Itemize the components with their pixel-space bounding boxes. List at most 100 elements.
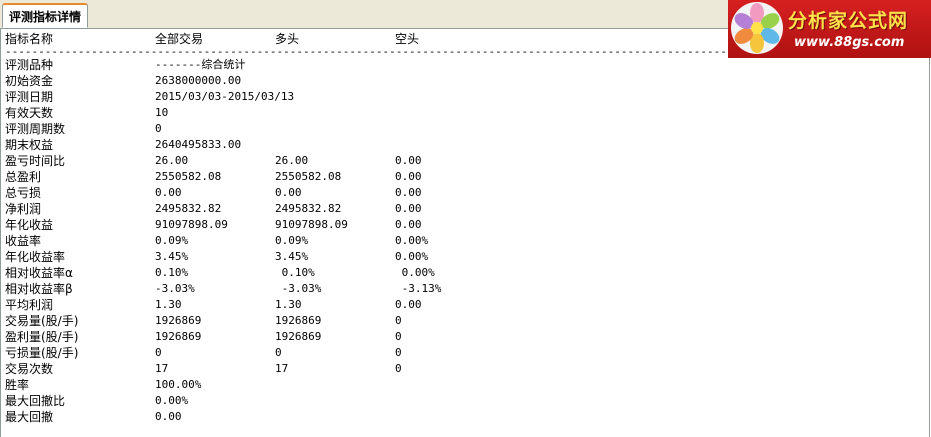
long-cell: 0.09% — [275, 234, 309, 247]
long-cell: 0 — [275, 346, 282, 359]
short-cell: 0 — [395, 314, 402, 327]
short-cell: 0.00 — [395, 154, 422, 167]
table-row: 年化收益率 3.45% 3.45% 0.00% — [5, 249, 931, 265]
long-cell: 1.30 — [275, 298, 302, 311]
all-trades-cell: 3.45% — [155, 250, 189, 263]
table-row: 亏损量(股/手) 0 0 0 — [5, 345, 931, 361]
table-row: 收益率 0.09% 0.09% 0.00% — [5, 233, 931, 249]
table-row: 年化收益 91097898.09 91097898.09 0.00 — [5, 217, 931, 233]
long-cell: -3.03% — [275, 282, 322, 295]
metric-name-cell: 评测周期数 — [5, 122, 66, 136]
brand-logo[interactable]: 分析家公式网 www.88gs.com — [728, 0, 931, 58]
all-trades-cell: 91097898.09 — [155, 218, 228, 231]
metric-name-cell: 最大回撤 — [5, 410, 54, 424]
column-header-long: 多头 — [275, 32, 300, 46]
metric-name-cell: 总盈利 — [5, 170, 42, 184]
all-trades-cell: 0 — [155, 346, 162, 359]
all-trades-cell: 1.30 — [155, 298, 182, 311]
all-trades-cell: 0.00 — [155, 410, 182, 423]
short-cell: 0.00% — [395, 250, 429, 263]
metric-name-cell: 平均利润 — [5, 298, 54, 312]
all-trades-cell: 2638000000.00 — [155, 74, 242, 87]
table-row: 相对收益率α 0.10% 0.10% 0.00% — [5, 265, 931, 281]
report-table: 指标名称 全部交易 多头 空头 ------------------------… — [5, 31, 931, 425]
all-trades-cell: 0.00 — [155, 186, 182, 199]
all-trades-cell: 10 — [155, 106, 169, 119]
metric-name-cell: 总亏损 — [5, 186, 42, 200]
short-cell: -3.13% — [395, 282, 442, 295]
metric-name-cell: 年化收益 — [5, 218, 54, 232]
long-cell: 0.00 — [275, 186, 302, 199]
metric-name-cell: 净利润 — [5, 202, 42, 216]
metric-name-cell: 最大回撤比 — [5, 394, 66, 408]
long-cell: 3.45% — [275, 250, 309, 263]
metric-name-cell: 年化收益率 — [5, 250, 66, 264]
logo-url: www.88gs.com — [794, 35, 905, 50]
table-row: 期末权益 2640495833.00 — [5, 137, 931, 153]
all-trades-cell: 100.00% — [155, 378, 202, 391]
short-cell: 0.00 — [395, 218, 422, 231]
all-trades-cell: 1926869 — [155, 314, 202, 327]
metric-name-cell: 胜率 — [5, 378, 30, 392]
table-row: 有效天数 10 — [5, 105, 931, 121]
all-trades-cell: 0.09% — [155, 234, 189, 247]
table-row: 评测日期 2015/03/03-2015/03/13 — [5, 89, 931, 105]
short-cell: 0 — [395, 346, 402, 359]
all-trades-cell: -------综合统计 — [155, 58, 246, 71]
metric-name-cell: 相对收益率α — [5, 266, 73, 280]
long-cell: 2495832.82 — [275, 202, 342, 215]
short-cell: 0.00 — [395, 202, 422, 215]
long-cell: 91097898.09 — [275, 218, 348, 231]
metric-name-cell: 交易次数 — [5, 362, 54, 376]
table-body: 评测品种 -------综合统计初始资金 2638000000.00 评测日期 2015… — [5, 57, 931, 425]
all-trades-cell: 0.00% — [155, 394, 189, 407]
table-row: 净利润 2495832.82 2495832.82 0.00 — [5, 201, 931, 217]
column-header-all-trades: 全部交易 — [155, 32, 204, 46]
short-cell: 0.00 — [395, 298, 422, 311]
short-cell: 0 — [395, 330, 402, 343]
table-row: 交易次数 17 17 0 — [5, 361, 931, 377]
all-trades-cell: 0.10% — [155, 266, 189, 279]
metric-name-cell: 期末权益 — [5, 138, 54, 152]
column-header-name: 指标名称 — [5, 32, 54, 46]
metric-name-cell: 评测品种 — [5, 58, 54, 72]
short-cell: 0.00% — [395, 234, 429, 247]
metric-name-cell: 有效天数 — [5, 106, 54, 120]
evaluation-window: 评测指标详情 指标名称 全部交易 多头 空头 -----------------… — [0, 0, 931, 437]
table-row: 最大回撤 0.00 — [5, 409, 931, 425]
table-row: 平均利润 1.30 1.30 0.00 — [5, 297, 931, 313]
table-row: 胜率 100.00% — [5, 377, 931, 393]
table-row: 相对收益率β -3.03% -3.03% -3.13% — [5, 281, 931, 297]
all-trades-cell: 2640495833.00 — [155, 138, 242, 151]
metric-name-cell: 亏损量(股/手) — [5, 346, 79, 360]
metric-name-cell: 交易量(股/手) — [5, 314, 79, 328]
short-cell: 0.00 — [395, 186, 422, 199]
long-cell: 26.00 — [275, 154, 309, 167]
all-trades-cell: 26.00 — [155, 154, 189, 167]
metric-name-cell: 评测日期 — [5, 90, 54, 104]
all-trades-cell: 17 — [155, 362, 169, 375]
short-cell: 0 — [395, 362, 402, 375]
column-header-short: 空头 — [395, 32, 420, 46]
metric-name-cell: 相对收益率β — [5, 282, 73, 296]
table-row: 盈亏时间比 26.00 26.00 0.00 — [5, 153, 931, 169]
all-trades-cell: 2495832.82 — [155, 202, 222, 215]
table-row: 评测周期数 0 — [5, 121, 931, 137]
long-cell: 2550582.08 — [275, 170, 342, 183]
short-cell: 0.00 — [395, 170, 422, 183]
all-trades-cell: -3.03% — [155, 282, 195, 295]
logo-title: 分析家公式网 — [788, 10, 909, 32]
table-row: 最大回撤比 0.00% — [5, 393, 931, 409]
table-row: 初始资金 2638000000.00 — [5, 73, 931, 89]
short-cell: 0.00% — [395, 266, 435, 279]
table-row: 总亏损 0.00 0.00 0.00 — [5, 185, 931, 201]
report-panel: 指标名称 全部交易 多头 空头 ------------------------… — [0, 29, 931, 437]
metric-name-cell: 盈利量(股/手) — [5, 330, 79, 344]
table-row: 盈利量(股/手) 1926869 1926869 0 — [5, 329, 931, 345]
tab-evaluation-details[interactable]: 评测指标详情 — [2, 3, 89, 28]
metric-name-cell: 初始资金 — [5, 74, 54, 88]
long-cell: 17 — [275, 362, 289, 375]
long-cell: 1926869 — [275, 314, 322, 327]
all-trades-cell: 0 — [155, 122, 162, 135]
all-trades-cell: 2550582.08 — [155, 170, 222, 183]
